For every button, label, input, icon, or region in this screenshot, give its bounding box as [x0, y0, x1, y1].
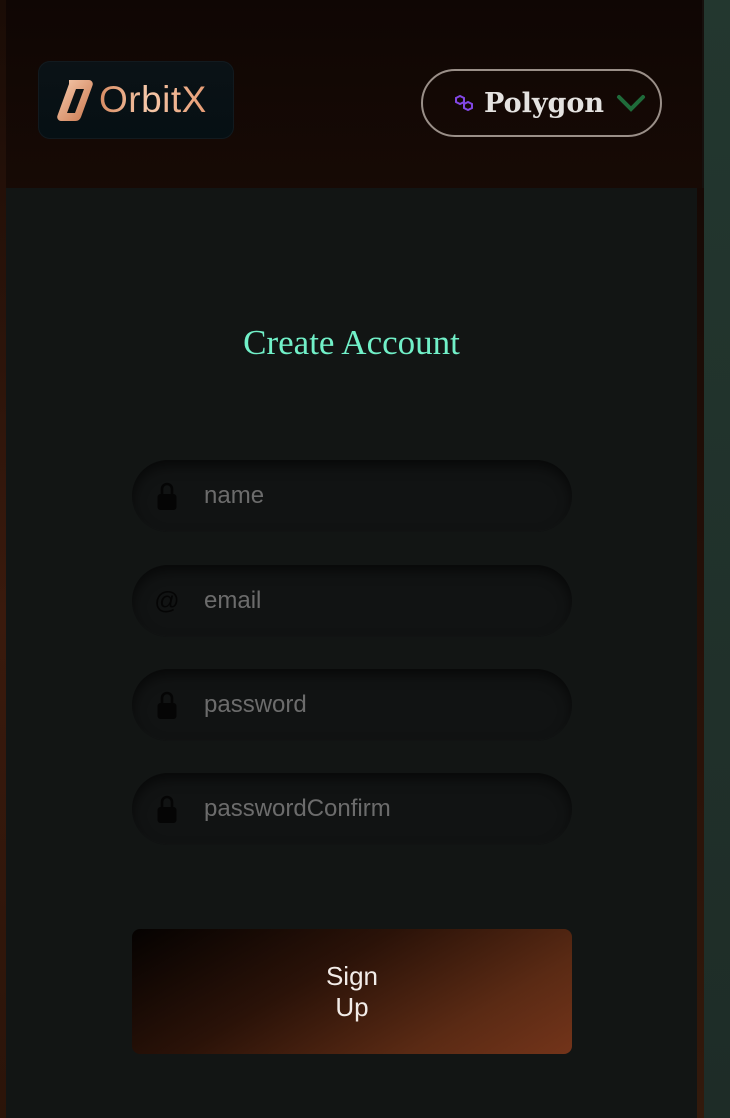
password-field[interactable] — [132, 669, 572, 741]
network-selector-button[interactable]: Polygon — [421, 69, 662, 137]
email-input[interactable] — [202, 580, 546, 622]
name-input[interactable] — [202, 475, 546, 517]
password-confirm-input[interactable] — [202, 788, 546, 830]
lock-icon — [154, 481, 180, 511]
sign-up-button[interactable]: Sign Up — [132, 929, 572, 1054]
logo-text: OrbitX — [99, 79, 207, 120]
logo[interactable]: OrbitX — [38, 61, 234, 139]
sign-up-label: Sign Up — [325, 960, 379, 1022]
name-field[interactable] — [132, 460, 572, 532]
lock-icon — [154, 794, 180, 824]
at-icon: @ — [154, 586, 180, 615]
password-confirm-field[interactable] — [132, 773, 572, 845]
page: OrbitX Polygon Create Account @ — [0, 0, 730, 1118]
password-input[interactable] — [202, 684, 546, 726]
network-label: Polygon — [484, 87, 605, 119]
orbitx-logo-icon — [57, 80, 93, 121]
polygon-icon — [455, 94, 473, 112]
chevron-down-icon — [617, 95, 646, 112]
right-side-strip — [702, 0, 730, 1118]
lock-icon — [154, 690, 180, 720]
email-field[interactable]: @ — [132, 565, 572, 637]
page-title: Create Account — [243, 323, 460, 362]
